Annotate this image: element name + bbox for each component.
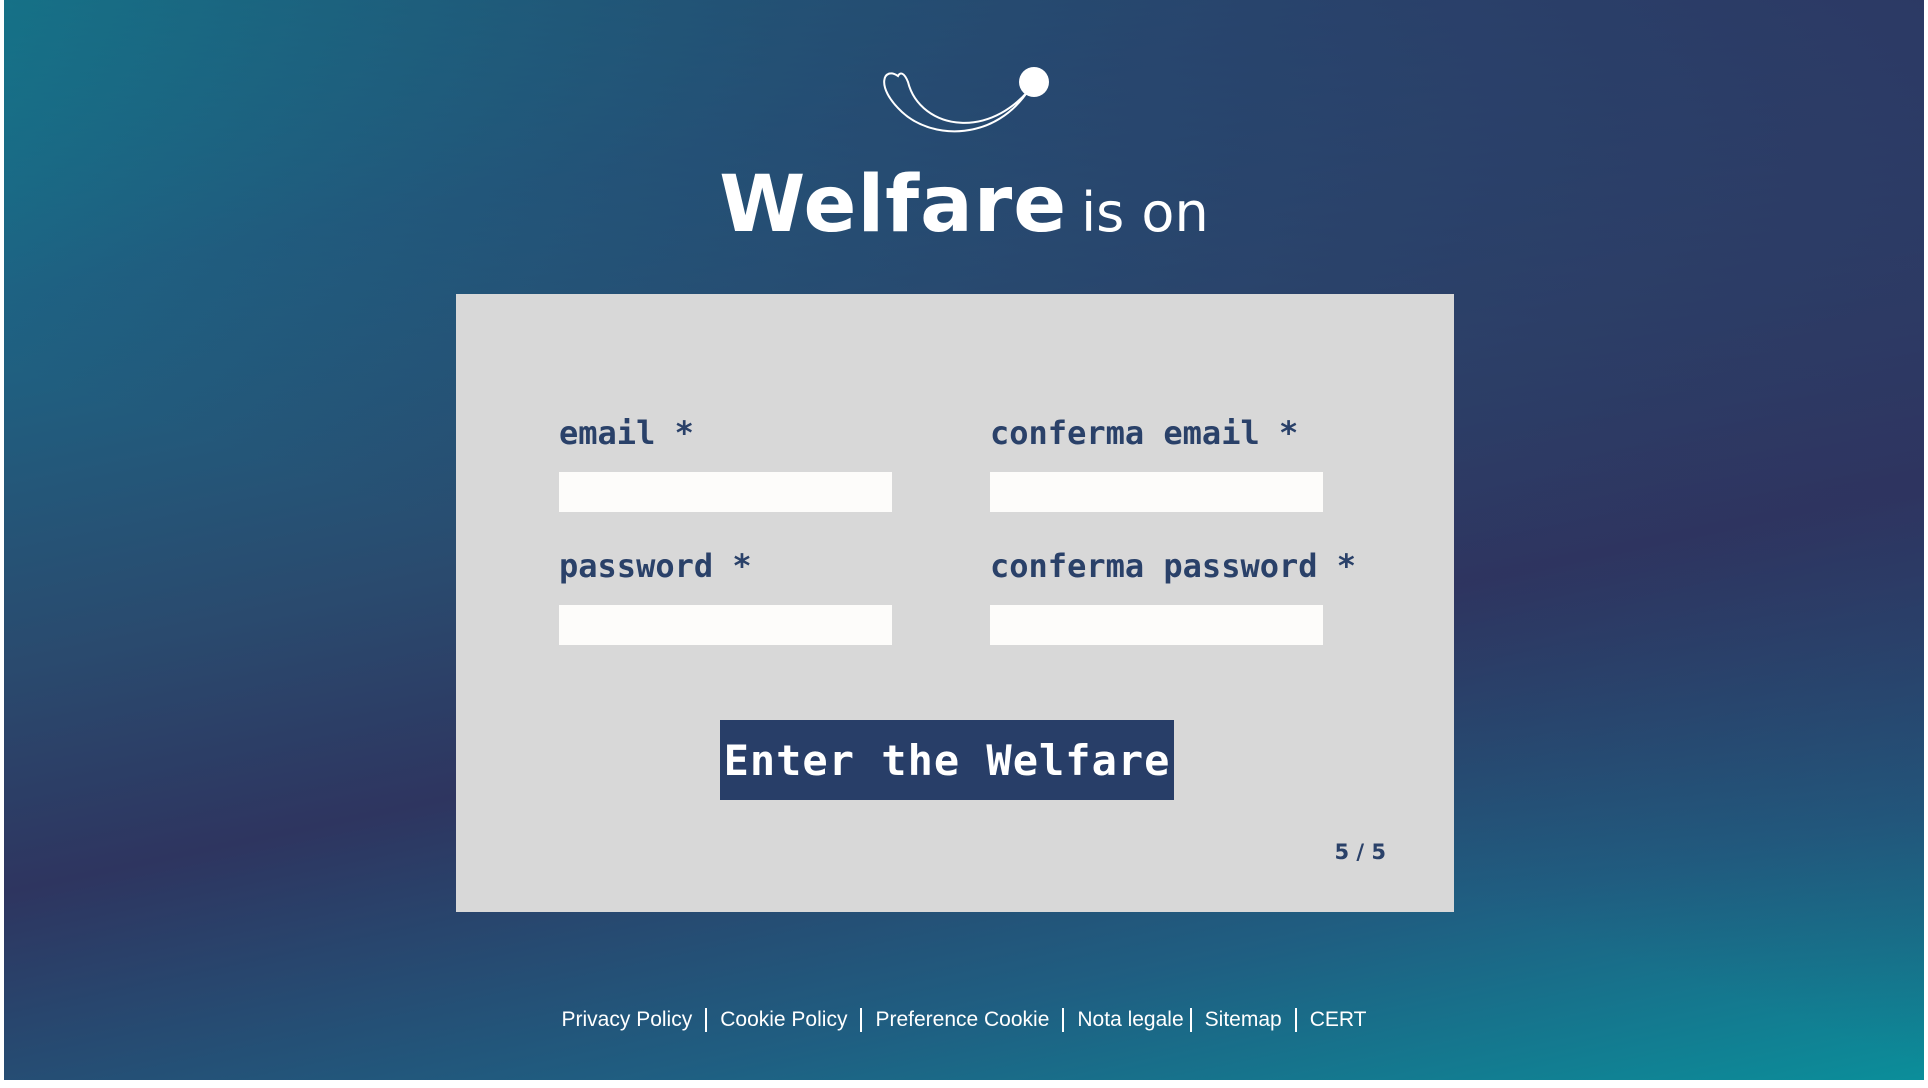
signup-form-card: email * conferma email * password * conf… [456, 294, 1454, 912]
confirm-password-label: conferma password * [990, 547, 1357, 585]
enter-welfare-button[interactable]: Enter the Welfare [720, 720, 1174, 800]
page-title: Welfare is on [4, 160, 1924, 250]
smile-logo-icon [883, 67, 1049, 133]
footer-divider [1294, 1008, 1297, 1033]
footer-links: Privacy Policy Cookie Policy Preference Co… [4, 1008, 1924, 1033]
password-field[interactable] [559, 605, 892, 645]
footer-divider [705, 1008, 708, 1033]
footer-divider [860, 1008, 863, 1033]
footer-link-cert[interactable]: CERT [1310, 1008, 1367, 1031]
footer-link-cookie-policy[interactable]: Cookie Policy [720, 1008, 847, 1031]
brand-name: Welfare [719, 160, 1068, 250]
footer-divider [1062, 1008, 1065, 1033]
footer-link-preference-cookie[interactable]: Preference Cookie [875, 1008, 1049, 1031]
password-label: password * [559, 547, 752, 585]
brand-tagline: is on [1081, 181, 1209, 244]
email-label: email * [559, 414, 694, 452]
footer-link-nota-legale[interactable]: Nota legale [1077, 1008, 1183, 1031]
step-indicator: 5 / 5 [1334, 840, 1386, 864]
confirm-password-field[interactable] [990, 605, 1323, 645]
footer-link-sitemap[interactable]: Sitemap [1205, 1008, 1282, 1031]
footer-link-privacy-policy[interactable]: Privacy Policy [562, 1008, 693, 1031]
confirm-email-label: conferma email * [990, 414, 1299, 452]
email-field[interactable] [559, 472, 892, 512]
confirm-email-field[interactable] [990, 472, 1323, 512]
footer-divider [1189, 1008, 1192, 1033]
welfare-signup-screen: Welfare is on email * conferma email * pa… [4, 0, 1924, 1080]
